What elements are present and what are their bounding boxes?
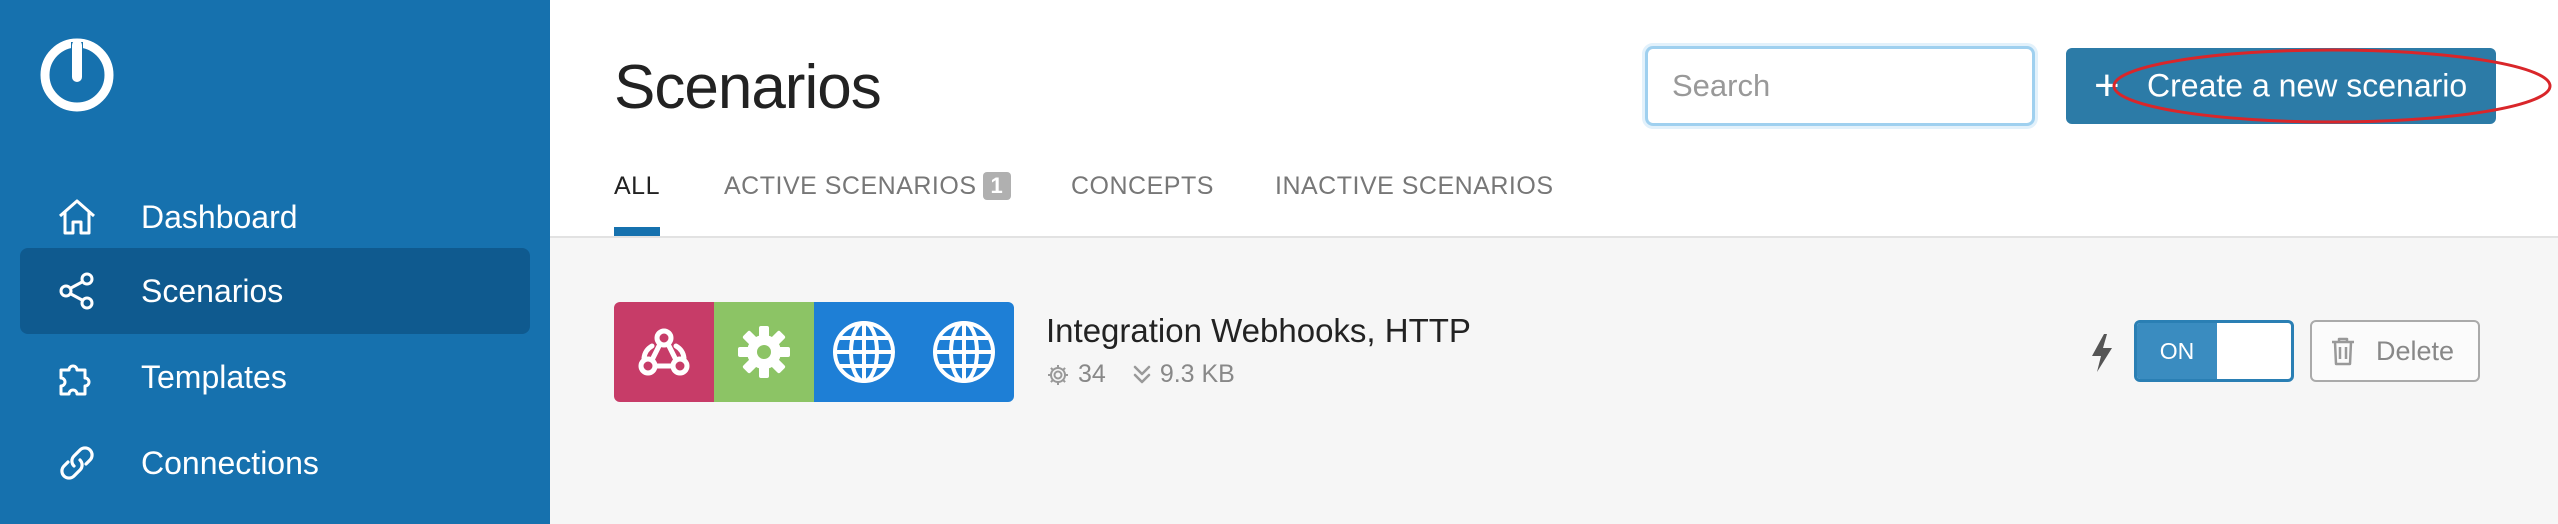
annotation-circle [2112, 48, 2552, 124]
sidebar-item-scenarios[interactable]: Scenarios [20, 248, 530, 334]
globe-icon [914, 302, 1014, 402]
operations-count: 34 [1046, 360, 1106, 389]
delete-label: Delete [2376, 335, 2455, 366]
gear-outline-icon [1048, 364, 1068, 385]
lightning-icon[interactable] [2088, 332, 2116, 374]
operations-value: 34 [1078, 360, 1106, 388]
puzzle-icon [56, 356, 98, 398]
tab-active-scenarios[interactable]: ACTIVE SCENARIOS 1 [724, 172, 1012, 236]
scenario-list: Integration Webhooks, HTTP 34 9.3 KB ON … [550, 238, 2558, 524]
data-size: 9.3 KB [1132, 360, 1235, 389]
tab-inactive-scenarios[interactable]: INACTIVE SCENARIOS [1275, 172, 1554, 236]
chevron-double-down-icon [1133, 365, 1151, 383]
sidebar-item-label: Dashboard [141, 198, 298, 235]
webhook-icon [614, 302, 714, 402]
share-nodes-icon [56, 270, 98, 312]
tab-label: INACTIVE SCENARIOS [1275, 172, 1554, 200]
sidebar-item-connections[interactable]: Connections [20, 420, 530, 506]
search-input[interactable] [1648, 49, 2032, 123]
scenario-toggle[interactable]: ON [2134, 320, 2294, 382]
count-badge: 1 [982, 172, 1012, 200]
active-tab-indicator [614, 227, 660, 236]
trash-icon [2332, 337, 2354, 366]
home-icon [56, 196, 98, 238]
tab-all[interactable]: ALL [614, 172, 660, 236]
sidebar-item-label: Connections [141, 444, 319, 481]
scenario-meta: 34 9.3 KB [1046, 360, 1261, 389]
sidebar-item-templates[interactable]: Templates [20, 334, 530, 420]
search-box[interactable] [1645, 46, 2035, 126]
sidebar-item-label: Templates [141, 358, 287, 395]
sidebar: Dashboard Scenarios Templates Connection… [0, 0, 550, 524]
tab-label: ACTIVE SCENARIOS [724, 172, 977, 200]
gear-icon [714, 302, 814, 402]
toggle-on-label: ON [2137, 323, 2217, 379]
page-title: Scenarios [614, 53, 882, 122]
data-size-value: 9.3 KB [1159, 360, 1235, 388]
integromat-logo[interactable] [40, 38, 114, 112]
sidebar-item-label: Scenarios [141, 272, 284, 309]
link-icon [56, 442, 98, 484]
create-scenario-button[interactable]: + Create a new scenario [2066, 48, 2552, 124]
tab-label: CONCEPTS [1071, 172, 1214, 200]
scenario-item[interactable]: Integration Webhooks, HTTP 34 9.3 KB ON … [614, 302, 2514, 404]
delete-button[interactable]: Delete [2310, 320, 2480, 382]
tab-label: ALL [614, 172, 660, 200]
scenario-name[interactable]: Integration Webhooks, HTTP [1046, 312, 1471, 350]
scenario-app-icons [614, 302, 1014, 402]
globe-icon [814, 302, 914, 402]
tab-concepts[interactable]: CONCEPTS [1071, 172, 1214, 236]
